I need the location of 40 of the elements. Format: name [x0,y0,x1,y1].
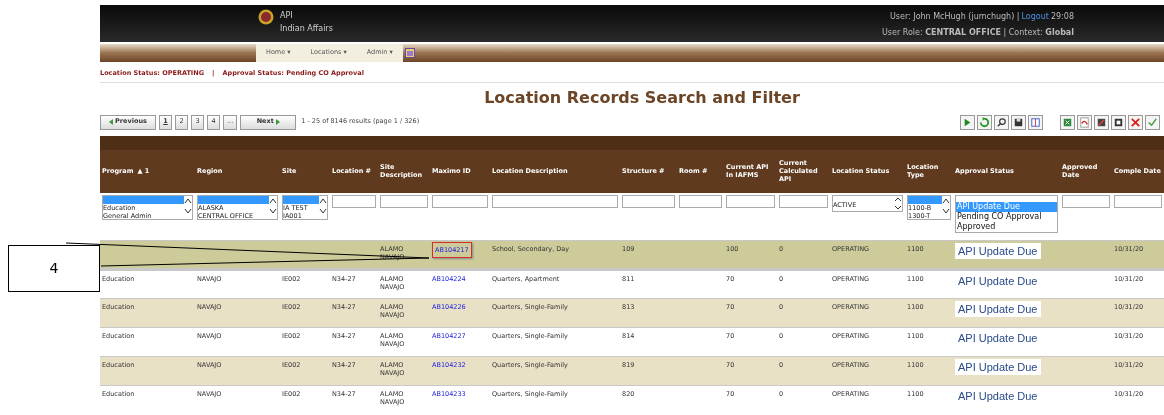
filter-input[interactable] [726,195,775,208]
approval-status-value: API Update Due [955,243,1041,260]
close-icon[interactable] [1128,114,1143,130]
dropdown-list[interactable]: API Update Due Pending CO Approval Approved [955,195,1058,233]
dropdown-option[interactable]: Pending CO Approval [956,212,1057,222]
callout-number: 4 [49,259,59,278]
role-info: User Role: CENTRAL OFFICE | Context: Global [881,26,1074,39]
scroll-arrows-icon[interactable] [184,196,192,216]
session-timer: 29:08 [1050,10,1074,23]
logout-link[interactable]: Logout [1021,8,1049,25]
scroll-arrows-icon[interactable] [942,196,950,216]
org-name: Indian Affairs [280,22,333,35]
columns-icon[interactable] [1028,114,1043,130]
filter-input[interactable] [492,195,618,208]
dropdown-option[interactable]: Approved [956,222,1057,232]
play-icon[interactable] [960,114,975,130]
seal-icon [258,8,274,25]
scroll-arrows-icon[interactable] [319,196,327,216]
spreadsheet-icon[interactable] [1060,114,1075,130]
filter-input[interactable] [332,195,376,208]
user-info: User: John McHugh (jumchugh) | [889,10,1020,23]
filter-input[interactable] [380,195,428,208]
app-name: API [280,9,294,22]
filter-input[interactable] [679,195,722,208]
calendar-icon[interactable] [404,48,415,58]
refresh-icon[interactable] [977,114,992,130]
search-icon[interactable] [994,114,1009,130]
approval-status-value: API Update Due [955,359,1041,376]
filter-input[interactable] [1114,195,1162,208]
scroll-arrows-icon[interactable] [269,196,277,216]
filter-input[interactable] [779,195,828,208]
spin-arrows-icon[interactable] [894,196,902,211]
filter-input[interactable] [432,195,488,208]
page-title: Location Records Search and Filter [483,86,800,109]
approval-status-value: API Update Due [955,301,1041,318]
right-arrow-icon [275,119,280,126]
checkmark-icon[interactable] [1145,114,1160,130]
filter-input[interactable] [622,195,675,208]
left-arrow-icon [109,119,114,126]
filter-input[interactable] [1062,195,1110,208]
